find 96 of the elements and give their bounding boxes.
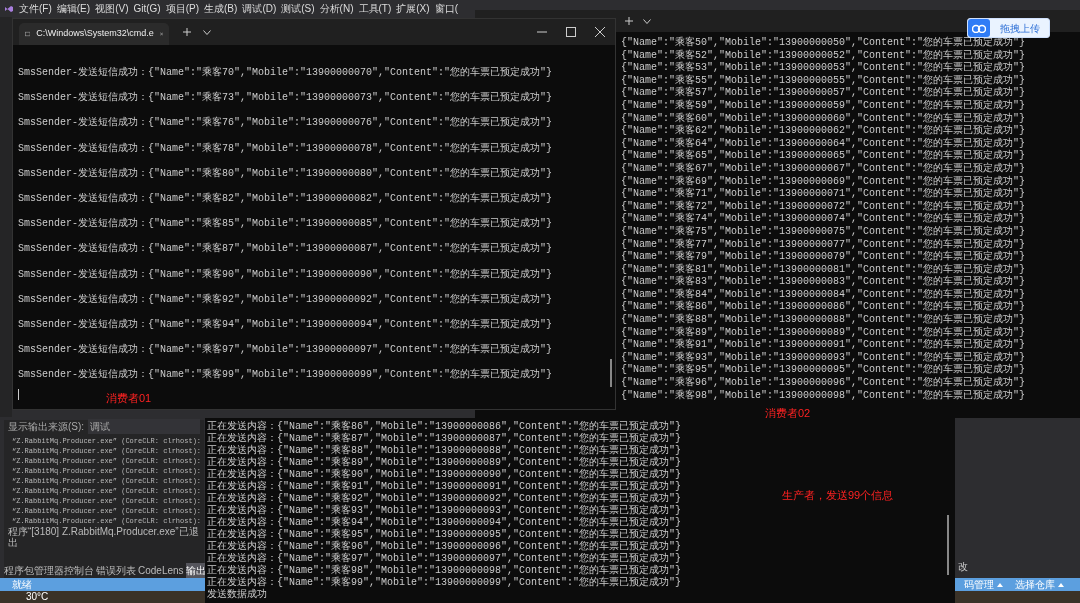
console-line: 正在发送内容：{"Name":"乘客96","Mobile":"13900000096","Content":"您的车票已预定成功"}: [207, 541, 682, 552]
scrollbar-thumb[interactable]: [610, 359, 612, 387]
console-line: 正在发送内容：{"Name":"乘客91","Mobile":"13900000091","Content":"您的车票已预定成功"}: [207, 481, 682, 492]
console-line: SmsSender-发送短信成功：{"Name":"乘客99","Mobile":"13900000099","Content":"您的车票已预定成功"}: [18, 367, 553, 383]
console-line: SmsSender-发送短信成功：{"Name":"乘客87","Mobile":"13900000087","Content":"您的车票已预定成功"}: [18, 241, 553, 257]
caret-up-icon: [997, 582, 1003, 587]
console-line: 正在发送内容：{"Name":"乘客87","Mobile":"13900000087","Content":"您的车票已预定成功"}: [207, 433, 682, 444]
console-line: {"Name":"乘客96","Mobile":"13900000096","Content":"您的车票已预定成功"}: [621, 377, 1026, 389]
close-icon[interactable]: [595, 27, 605, 37]
terminal-tab[interactable]: C:\Windows\System32\cmd.e: [19, 23, 169, 45]
console-line: SmsSender-发送短信成功：{"Name":"乘客85","Mobile":"13900000085","Content":"您的车票已预定成功"}: [18, 216, 553, 232]
chevron-down-icon[interactable]: [643, 18, 651, 24]
menu-item[interactable]: 测试(S): [281, 1, 315, 16]
console-line: 发送数据成功: [207, 589, 267, 601]
menu-item[interactable]: 视图(V): [95, 1, 129, 16]
console-line: SmsSender-发送短信成功：{"Name":"乘客80","Mobile":"13900000080","Content":"您的车票已预定成功"}: [18, 166, 553, 181]
console-line: SmsSender-发送短信成功：{"Name":"乘客76","Mobile":"13900000076","Content":"您的车票已预定成功"}: [18, 115, 553, 131]
panel-tab[interactable]: 错误列表: [96, 563, 136, 578]
console-line: {"Name":"乘客67","Mobile":"13900000067","Content":"您的车票已预定成功"}: [621, 162, 1026, 175]
chevron-down-icon[interactable]: [203, 29, 211, 35]
console-line: {"Name":"乘客72","Mobile":"13900000072","Content":"您的车票已预定成功"}: [621, 200, 1026, 212]
console-line: SmsSender-发送短信成功：{"Name":"乘客90","Mobile":"13900000090","Content":"您的车票已预定成功"}: [18, 267, 553, 282]
console-line: {"Name":"乘客93","Mobile":"13900000093","Content":"您的车票已预定成功"}: [621, 351, 1026, 363]
console-line: 正在发送内容：{"Name":"乘客95","Mobile":"13900000095","Content":"您的车票已预定成功"}: [207, 529, 682, 540]
status-text: 就绪: [12, 578, 32, 592]
menu-item[interactable]: 分析(N): [319, 1, 354, 16]
weather-text: 30°C: [26, 592, 49, 602]
text-cursor: [18, 389, 19, 400]
console-line: 正在发送内容：{"Name":"乘客97","Mobile":"13900000097","Content":"您的车票已预定成功"}: [207, 553, 682, 564]
console-line: {"Name":"乘客81","Mobile":"13900000081","Content":"您的车票已预定成功"}: [621, 263, 1026, 275]
console-line: {"Name":"乘客98","Mobile":"13900000098","Content":"您的车票已预定成功"}: [621, 389, 1026, 403]
menu-item[interactable]: 项目(P): [165, 1, 200, 16]
console-line: {"Name":"乘客75","Mobile":"13900000075","Content":"您的车票已预定成功"}: [621, 225, 1026, 238]
console-line: SmsSender-发送短信成功：{"Name":"乘客82","Mobile":"13900000082","Content":"您的车票已预定成功"}: [18, 191, 553, 206]
menu-item[interactable]: 编辑(E): [56, 1, 91, 16]
side-label: 改: [958, 560, 968, 574]
maximize-icon[interactable]: [566, 27, 576, 37]
console-line: SmsSender-发送短信成功：{"Name":"乘客78","Mobile":"13900000078","Content":"您的车票已预定成功"}: [18, 141, 553, 156]
console-line: {"Name":"乘客62","Mobile":"13900000062","Content":"您的车票已预定成功"}: [621, 125, 1026, 137]
console-line: 正在发送内容：{"Name":"乘客86","Mobile":"13900000086","Content":"您的车票已预定成功"}: [207, 421, 682, 432]
console-line: 正在发送内容：{"Name":"乘客90","Mobile":"13900000090","Content":"您的车票已预定成功"}: [207, 469, 682, 480]
console-line: {"Name":"乘客59","Mobile":"13900000059","Content":"您的车票已预定成功"}: [621, 99, 1026, 112]
console-line: 正在发送内容：{"Name":"乘客94","Mobile":"13900000094","Content":"您的车票已预定成功"}: [207, 517, 682, 528]
menu-item[interactable]: 调试(D): [242, 1, 277, 16]
console-line: {"Name":"乘客88","Mobile":"13900000088","Content":"您的车票已预定成功"}: [621, 314, 1026, 326]
terminal-icon: [25, 30, 31, 38]
caret-up-icon: [1058, 582, 1064, 587]
console-line: SmsSender-发送短信成功：{"Name":"乘客92","Mobile":"13900000092","Content":"您的车票已预定成功"}: [18, 292, 553, 307]
console-line: 正在发送内容：{"Name":"乘客98","Mobile":"13900000098","Content":"您的车票已预定成功"}: [207, 565, 682, 576]
menu-item[interactable]: 生成(B): [204, 1, 238, 16]
panel-tab[interactable]: CodeLens: [138, 563, 184, 578]
console-line: {"Name":"乘客77","Mobile":"13900000077","Content":"您的车票已预定成功"}: [621, 238, 1026, 250]
console-line: {"Name":"乘客57","Mobile":"13900000057","Content":"您的车票已预定成功"}: [621, 87, 1026, 99]
menu-item[interactable]: Git(G): [133, 1, 161, 16]
upload-button[interactable]: 拖拽上传: [967, 18, 1050, 38]
console-line: {"Name":"乘客89","Mobile":"13900000089","Content":"您的车票已预定成功"}: [621, 326, 1026, 338]
console-line: 正在发送内容：{"Name":"乘客89","Mobile":"13900000089","Content":"您的车票已预定成功"}: [207, 457, 682, 468]
console-line: {"Name":"乘客91","Mobile":"13900000091","Content":"您的车票已预定成功"}: [621, 339, 1026, 351]
menu-item[interactable]: 文件(F): [19, 1, 52, 16]
panel-tab[interactable]: 输出: [185, 563, 206, 578]
annotation-label: 生产者，发送99个信息: [782, 488, 894, 503]
console-line: {"Name":"乘客95","Mobile":"13900000095","Content":"您的车票已预定成功"}: [621, 364, 1026, 376]
console-line: SmsSender-发送短信成功：{"Name":"乘客94","Mobile":"13900000094","Content":"您的车票已预定成功"}: [18, 317, 553, 333]
console-line: SmsSender-发送短信成功：{"Name":"乘客70","Mobile":"13900000070","Content":"您的车票已预定成功"}: [18, 65, 553, 80]
plus-icon[interactable]: [625, 17, 633, 25]
console-line: 正在发送内容：{"Name":"乘客99","Mobile":"13900000099","Content":"您的车票已预定成功"}: [207, 577, 682, 588]
console-line: {"Name":"乘客71","Mobile":"13900000071","Content":"您的车票已预定成功"}: [621, 188, 1026, 200]
console-line: SmsSender-发送短信成功：{"Name":"乘客73","Mobile":"13900000073","Content":"您的车票已预定成功"}: [18, 90, 553, 106]
console-line: {"Name":"乘客55","Mobile":"13900000055","Content":"您的车票已预定成功"}: [621, 74, 1026, 86]
console-line: {"Name":"乘客74","Mobile":"13900000074","Content":"您的车票已预定成功"}: [621, 213, 1026, 225]
console-line: {"Name":"乘客69","Mobile":"13900000069","Content":"您的车票已预定成功"}: [621, 175, 1026, 187]
console-line: SmsSender-发送短信成功：{"Name":"乘客97","Mobile":"13900000097","Content":"您的车票已预定成功"}: [18, 342, 553, 358]
console-line: {"Name":"乘客52","Mobile":"13900000052","Content":"您的车票已预定成功"}: [621, 49, 1026, 61]
console-line: {"Name":"乘客84","Mobile":"13900000084","Content":"您的车票已预定成功"}: [621, 288, 1026, 300]
plus-icon[interactable]: [183, 28, 191, 36]
console-line: 正在发送内容：{"Name":"乘客93","Mobile":"13900000093","Content":"您的车票已预定成功"}: [207, 505, 682, 516]
console-line: {"Name":"乘客65","Mobile":"13900000065","Content":"您的车票已预定成功"}: [621, 150, 1026, 162]
console-line: {"Name":"乘客64","Mobile":"13900000064","Content":"您的车票已预定成功"}: [621, 137, 1026, 149]
annotation-label: 消费者02: [765, 406, 811, 421]
output-line: 程序“[3180] Z.RabbitMq.Producer.exe”已退出: [7, 526, 200, 548]
annotation-label: 消费者01: [106, 391, 152, 406]
menu-item[interactable]: 扩展(X): [396, 1, 430, 16]
source-label: 显示输出来源(S):: [8, 420, 85, 434]
console-line: {"Name":"乘客53","Mobile":"13900000053","Content":"您的车票已预定成功"}: [621, 62, 1026, 74]
console-line: {"Name":"乘客83","Mobile":"13900000083","Content":"您的车票已预定成功"}: [621, 276, 1026, 288]
menu-item[interactable]: 工具(T): [358, 1, 392, 16]
panel-tab[interactable]: 程序包管理器控制台: [4, 563, 94, 578]
console-line: {"Name":"乘客86","Mobile":"13900000086","Content":"您的车票已预定成功"}: [621, 301, 1026, 313]
menu-item[interactable]: 窗口(: [434, 1, 458, 16]
scrollbar-thumb[interactable]: [947, 515, 949, 575]
console-line: {"Name":"乘客60","Mobile":"13900000060","Content":"您的车票已预定成功"}: [621, 112, 1026, 124]
logo-icon: [4, 3, 14, 14]
console-line: 正在发送内容：{"Name":"乘客92","Mobile":"13900000092","Content":"您的车票已预定成功"}: [207, 493, 682, 504]
source-dropdown[interactable]: 调试: [88, 419, 200, 434]
console-line: 正在发送内容：{"Name":"乘客88","Mobile":"13900000088","Content":"您的车票已预定成功"}: [207, 445, 682, 456]
console-line: {"Name":"乘客79","Mobile":"13900000079","Content":"您的车票已预定成功"}: [621, 251, 1026, 263]
